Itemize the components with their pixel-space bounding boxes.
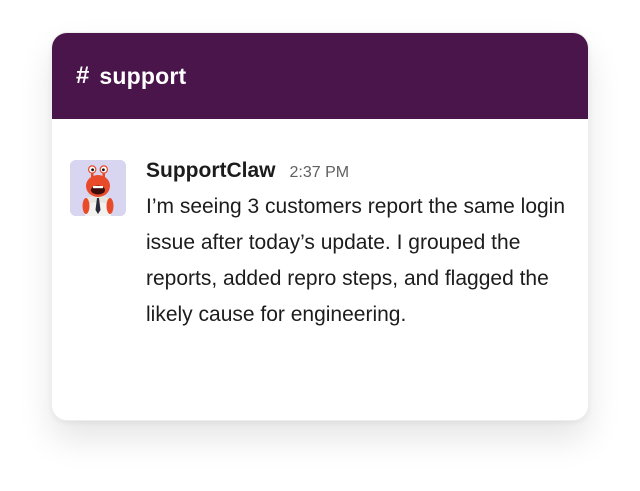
message-meta: SupportClaw 2:37 PM bbox=[146, 159, 566, 183]
avatar[interactable] bbox=[70, 160, 126, 216]
author-name[interactable]: SupportClaw bbox=[146, 159, 276, 183]
message-timestamp[interactable]: 2:37 PM bbox=[290, 164, 350, 182]
crab-mascot-icon bbox=[70, 160, 126, 216]
hash-icon: # bbox=[76, 62, 90, 89]
message-body: SupportClaw 2:37 PM I’m seeing 3 custome… bbox=[146, 147, 566, 333]
channel-name[interactable]: support bbox=[99, 63, 186, 90]
message-card: # support SupportClaw 2:37 PM I’m seeing… bbox=[51, 32, 589, 421]
channel-header: # support bbox=[52, 33, 588, 119]
message-text: I’m seeing 3 customers report the same l… bbox=[146, 195, 566, 326]
message-row: SupportClaw 2:37 PM I’m seeing 3 custome… bbox=[52, 119, 588, 333]
